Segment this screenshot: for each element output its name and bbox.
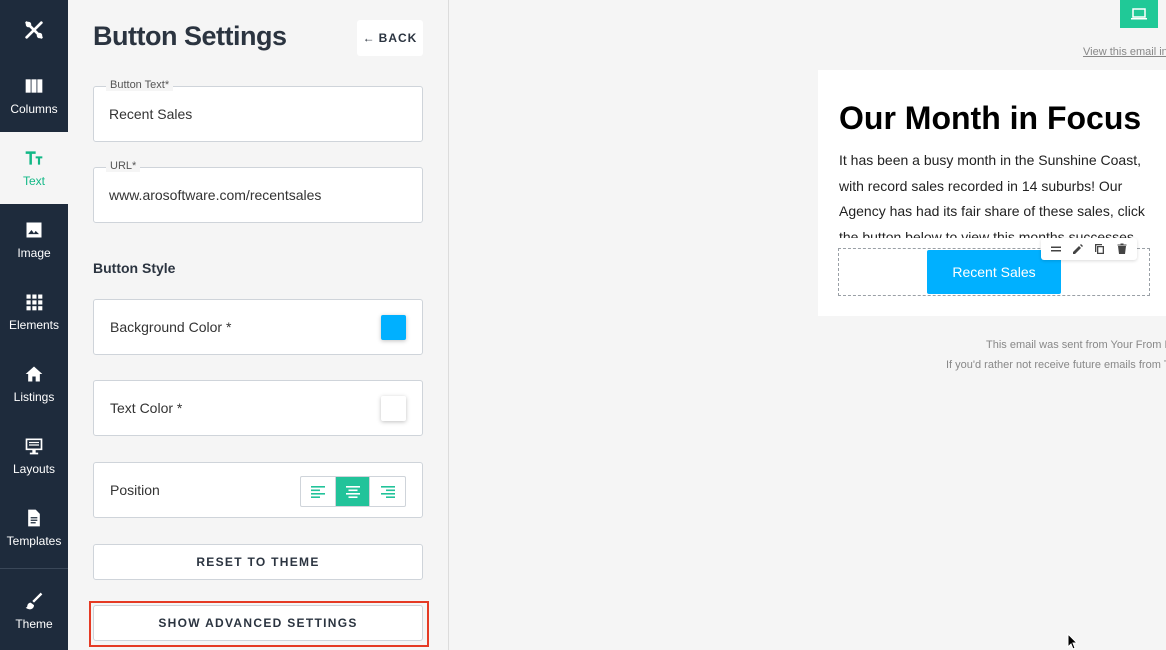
layout-icon xyxy=(25,438,43,455)
background-color-swatch[interactable] xyxy=(381,315,406,340)
email-body-text[interactable]: It has been a busy month in the Sunshine… xyxy=(839,148,1159,238)
align-right-button[interactable] xyxy=(370,477,405,506)
button-style-heading: Button Style xyxy=(93,260,176,276)
rail-item-layouts[interactable]: Layouts xyxy=(0,420,68,492)
home-icon xyxy=(25,366,43,382)
back-button-label: BACK xyxy=(378,31,418,45)
text-icon xyxy=(25,151,43,165)
rail-item-label: Text xyxy=(22,174,45,188)
back-button[interactable]: ← BACK xyxy=(357,20,423,56)
footer-unsubscribe-text: If you'd rather not receive future email… xyxy=(946,359,1166,371)
text-color-row: Text Color * xyxy=(93,380,423,436)
rail-item-label: Layouts xyxy=(12,462,56,476)
align-center-icon xyxy=(345,485,360,498)
email-preview: View this email in your browser Our Mont… xyxy=(450,0,1166,650)
tool-rail: Columns Text Image Elements Listings Lay… xyxy=(0,0,68,650)
button-settings-panel: Button Settings ← BACK Button Text* Rece… xyxy=(68,0,449,650)
url-field[interactable]: URL* www.arosoftware.com/recentsales xyxy=(93,160,423,223)
brush-icon xyxy=(25,592,43,610)
highlight-box xyxy=(89,601,429,647)
text-color-label: Text Color * xyxy=(110,400,183,416)
button-text-label: Button Text* xyxy=(106,79,174,91)
rail-item-label: Listings xyxy=(13,390,55,404)
rail-item-elements[interactable]: Elements xyxy=(0,276,68,348)
mouse-cursor-icon xyxy=(1067,633,1079,650)
email-heading[interactable]: Our Month in Focus xyxy=(839,100,1141,137)
rail-item-theme[interactable]: Theme xyxy=(0,575,68,647)
view-in-browser-link[interactable]: View this email in your browser xyxy=(1083,46,1166,58)
button-text-field[interactable]: Button Text* Recent Sales xyxy=(93,79,423,142)
rail-item-listings[interactable]: Listings xyxy=(0,348,68,420)
url-label: URL* xyxy=(106,160,141,172)
edit-icon[interactable] xyxy=(1070,241,1086,257)
background-color-label: Background Color * xyxy=(110,319,232,335)
drag-handle-icon[interactable] xyxy=(1048,241,1064,257)
align-left-button[interactable] xyxy=(301,477,336,506)
rail-item-templates[interactable]: Templates xyxy=(0,492,68,564)
url-value: www.arosoftware.com/recentsales xyxy=(109,187,322,203)
align-right-icon xyxy=(380,485,395,498)
rail-item-label: Elements xyxy=(8,318,60,332)
rail-divider xyxy=(0,568,68,569)
columns-icon xyxy=(25,79,43,93)
delete-icon[interactable] xyxy=(1114,241,1130,257)
position-label: Position xyxy=(110,482,160,498)
button-text-value: Recent Sales xyxy=(109,106,193,122)
page-title: Button Settings xyxy=(93,21,287,51)
grid-icon xyxy=(26,294,43,311)
laptop-icon xyxy=(1131,8,1147,20)
align-center-button[interactable] xyxy=(335,477,371,506)
text-color-swatch[interactable] xyxy=(381,396,406,421)
rail-item-columns[interactable]: Columns xyxy=(0,60,68,132)
background-color-row: Background Color * xyxy=(93,299,423,355)
footer-sent-text: This email was sent from Your From Name xyxy=(986,339,1166,351)
rail-item-label: Columns xyxy=(10,102,58,116)
reset-to-theme-button[interactable]: RESET TO THEME xyxy=(93,544,423,580)
desktop-view-button[interactable] xyxy=(1120,0,1158,28)
rail-item-label: Image xyxy=(17,246,51,260)
position-row: Position xyxy=(93,462,423,518)
rail-item-text[interactable]: Text xyxy=(0,132,68,204)
align-left-icon xyxy=(310,485,325,498)
email-content-card: Our Month in Focus It has been a busy mo… xyxy=(818,70,1166,316)
rail-item-label: Theme xyxy=(15,617,53,631)
image-icon xyxy=(26,222,42,238)
rail-item-label: Templates xyxy=(6,534,62,548)
document-icon xyxy=(28,509,40,527)
rail-item-image[interactable]: Image xyxy=(0,204,68,276)
logo-icon[interactable] xyxy=(0,0,68,60)
block-toolbar xyxy=(1041,238,1137,260)
position-toggle-group xyxy=(300,476,406,507)
copy-icon[interactable] xyxy=(1092,241,1108,257)
arrow-left-icon: ← xyxy=(362,31,376,45)
